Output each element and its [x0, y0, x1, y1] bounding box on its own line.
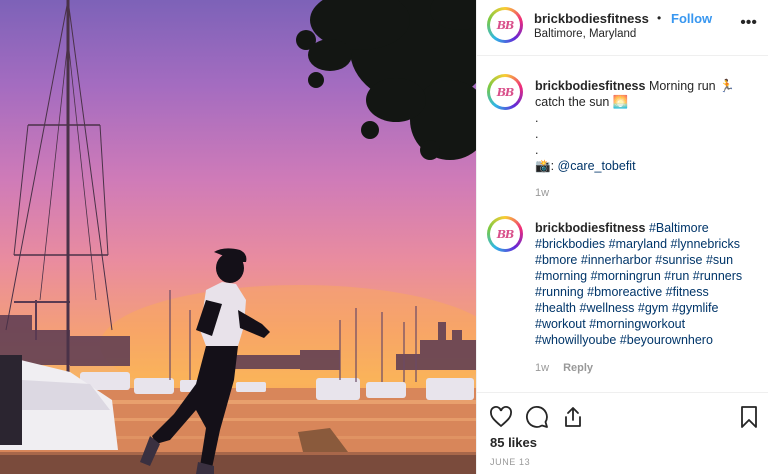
- share-icon[interactable]: [561, 405, 585, 429]
- caption-dot: .: [535, 143, 539, 157]
- avatar[interactable]: BB: [487, 7, 523, 43]
- caption-dot: .: [535, 127, 539, 141]
- hashtag[interactable]: #morning: [535, 269, 587, 283]
- hashtag[interactable]: #run: [664, 269, 689, 283]
- comment-meta: 1w Reply: [535, 362, 593, 374]
- more-options-icon[interactable]: •••: [740, 14, 757, 32]
- hashtag[interactable]: #wellness: [580, 301, 635, 315]
- promenade: [0, 452, 476, 474]
- hashtag[interactable]: #running: [535, 285, 584, 299]
- caption-text: brickbodiesfitness Morning run 🏃 catch t…: [535, 79, 735, 173]
- post-header: BB brickbodiesfitness • Follow Baltimore…: [477, 0, 768, 56]
- hashtag[interactable]: #workout: [535, 317, 586, 331]
- post-location[interactable]: Baltimore, Maryland: [534, 28, 636, 40]
- avatar[interactable]: BB: [487, 74, 523, 110]
- likes-count[interactable]: 85 likes: [490, 435, 537, 450]
- avatar-logo: BB: [490, 219, 520, 249]
- caption-username[interactable]: brickbodiesfitness: [535, 79, 645, 93]
- reply-button[interactable]: Reply: [563, 362, 593, 374]
- separator-dot: •: [657, 11, 662, 25]
- hashtag[interactable]: #health: [535, 301, 576, 315]
- caption-timestamp[interactable]: 1w: [535, 187, 549, 199]
- avatar[interactable]: BB: [487, 216, 523, 252]
- hashtag[interactable]: #sunrise: [655, 253, 702, 267]
- hashtag[interactable]: #bmore: [535, 253, 577, 267]
- hashtag[interactable]: #runners: [693, 269, 742, 283]
- post-actions: 85 likes June 13: [477, 392, 768, 474]
- hashtag[interactable]: #morningworkout: [589, 317, 685, 331]
- hashtag[interactable]: #gymlife: [672, 301, 719, 315]
- sailboat-hull: [0, 355, 118, 450]
- camera-emoji-icon: 📸: [535, 159, 551, 173]
- post-author-username[interactable]: brickbodiesfitness: [534, 11, 649, 26]
- hashtag[interactable]: #beyourownhero: [620, 333, 713, 347]
- hashtag[interactable]: #gym: [638, 301, 669, 315]
- hashtag[interactable]: #maryland: [609, 237, 667, 251]
- hashtag-text: brickbodiesfitness #Baltimore #brickbodi…: [535, 220, 757, 348]
- hashtag[interactable]: #brickbodies: [535, 237, 605, 251]
- comment-timestamp[interactable]: 1w: [535, 362, 549, 374]
- caption-dot: .: [535, 111, 539, 125]
- hashtag[interactable]: #whowillyoube: [535, 333, 616, 347]
- caption-line-1: Morning run 🏃: [648, 79, 735, 93]
- hashtag[interactable]: #innerharbor: [581, 253, 652, 267]
- post-side-panel: BB brickbodiesfitness • Follow Baltimore…: [476, 0, 768, 474]
- comment-icon[interactable]: [525, 405, 549, 429]
- follow-button[interactable]: Follow: [671, 11, 712, 26]
- avatar-logo: BB: [490, 77, 520, 107]
- hashtag[interactable]: #Baltimore: [649, 221, 709, 235]
- heart-icon[interactable]: [489, 405, 513, 429]
- hashtag[interactable]: #morningrun: [591, 269, 661, 283]
- caption-line-2: catch the sun 🌅: [535, 95, 629, 109]
- post-photo[interactable]: [0, 0, 476, 474]
- photo-credit-mention[interactable]: @care_tobefit: [558, 159, 636, 173]
- sunset-harbor-scene: [0, 0, 476, 474]
- tree-foliage: [296, 0, 476, 160]
- bookmark-icon[interactable]: [737, 405, 761, 429]
- avatar-logo: BB: [490, 10, 520, 40]
- hashtag[interactable]: #sun: [706, 253, 733, 267]
- hashtag[interactable]: #lynnebricks: [671, 237, 740, 251]
- post-date[interactable]: June 13: [490, 457, 530, 467]
- hashtag[interactable]: #fitness: [666, 285, 709, 299]
- hashtag[interactable]: #bmoreactive: [587, 285, 662, 299]
- comment-username[interactable]: brickbodiesfitness: [535, 221, 645, 235]
